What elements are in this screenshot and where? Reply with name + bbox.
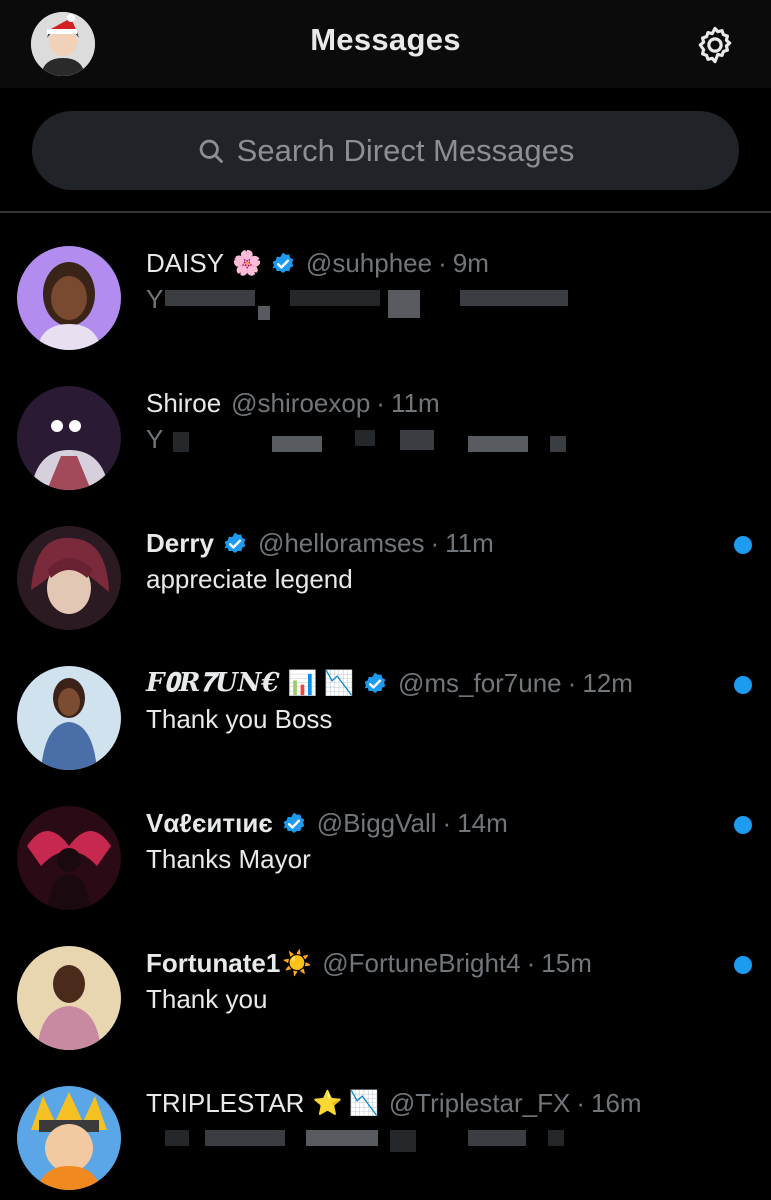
avatar[interactable] <box>17 246 121 350</box>
separator: · <box>576 1088 586 1118</box>
conversation-name: TRIPLESTAR <box>146 1088 305 1118</box>
divider <box>0 211 771 213</box>
conversation-row[interactable]: Shiroe @shiroexop · 11m Y <box>0 386 771 526</box>
verified-badge-icon <box>281 811 307 837</box>
conversation-row[interactable]: DAISY 🌸 @suhphee · 9m Y <box>0 246 771 386</box>
search-icon <box>197 136 227 166</box>
conversation-time: 15m <box>541 948 592 978</box>
avatar[interactable] <box>17 1086 121 1190</box>
verified-badge-icon <box>270 251 296 277</box>
avatar[interactable] <box>17 526 121 630</box>
conversation-time: 11m <box>390 388 440 418</box>
conversation-time: 14m <box>457 808 508 838</box>
avatar[interactable] <box>17 946 121 1050</box>
conversation-row[interactable]: TRIPLESTAR ⭐ 📉 @Triplestar_FX · 16m <box>0 1086 771 1200</box>
unread-dot-icon <box>734 956 752 974</box>
separator: · <box>526 948 536 978</box>
page-title: Messages <box>310 22 461 57</box>
conversation-handle: @Triplestar_FX <box>388 1088 571 1118</box>
cherry-blossom-icon: 🌸 <box>232 250 262 277</box>
unread-dot-icon <box>734 676 752 694</box>
message-preview: Thank you Boss <box>146 704 333 734</box>
conversation-handle: @helloramses <box>257 528 425 558</box>
separator: · <box>438 248 447 278</box>
conversation-handle: @suhphee <box>305 248 433 278</box>
search-input[interactable]: Search Direct Messages <box>32 111 739 190</box>
separator: · <box>442 808 452 838</box>
unread-dot-icon <box>734 536 752 554</box>
conversation-row[interactable]: Derry @helloramses · 11m appreciate lege… <box>0 526 771 666</box>
conversation-name: Fortunate1 <box>146 948 281 978</box>
conversation-time: 16m <box>591 1088 642 1118</box>
separator: · <box>376 388 385 418</box>
conversation-name: 𝑭𝟎𝑹𝟕𝑼𝑵€ <box>146 668 280 698</box>
message-preview: Y <box>146 284 164 314</box>
message-preview: Thanks Mayor <box>146 844 311 874</box>
separator: · <box>430 528 440 558</box>
verified-badge-icon <box>222 531 248 557</box>
conversation-row[interactable]: Vαℓєитιиє @BiggVall · 14m Thanks Mayor <box>0 806 771 946</box>
conversation-name: DAISY <box>146 248 225 278</box>
avatar[interactable] <box>17 666 121 770</box>
separator: · <box>567 668 577 698</box>
top-bar: Messages <box>0 0 771 88</box>
message-preview: Y <box>146 424 164 454</box>
conversation-time: 9m <box>452 248 489 278</box>
chart-icons: 📊 📉 <box>287 670 354 697</box>
conversation-row[interactable]: Fortunate1 ☀️ @FortuneBright4 · 15m Than… <box>0 946 771 1086</box>
conversation-handle: @BiggVall <box>316 808 437 838</box>
conversation-row[interactable]: 𝑭𝟎𝑹𝟕𝑼𝑵€ 📊 📉 @ms_for7une · 12m Thank you … <box>0 666 771 806</box>
conversation-name: Vαℓєитιиє <box>146 808 273 838</box>
verified-badge-icon <box>362 671 388 697</box>
avatar[interactable] <box>17 806 121 910</box>
messages-screen: Messages Search Direct Messages DAISY 🌸 … <box>0 0 771 1200</box>
search-placeholder: Search Direct Messages <box>236 132 575 168</box>
conversation-handle: @ms_for7une <box>397 668 562 698</box>
star-chart-icons: ⭐ 📉 <box>312 1090 379 1117</box>
gear-icon[interactable] <box>690 20 740 70</box>
conversation-name: Derry <box>146 528 214 558</box>
sun-icon: ☀️ <box>282 950 313 977</box>
avatar[interactable] <box>17 386 121 490</box>
message-preview: appreciate legend <box>146 564 353 594</box>
message-preview: Thank you <box>146 984 268 1014</box>
conversation-handle: @shiroexop <box>231 388 371 418</box>
conversation-handle: @FortuneBright4 <box>322 948 521 978</box>
unread-dot-icon <box>734 816 752 834</box>
conversation-time: 12m <box>582 668 633 698</box>
conversation-time: 11m <box>445 528 494 558</box>
conversation-name: Shiroe <box>146 388 222 418</box>
